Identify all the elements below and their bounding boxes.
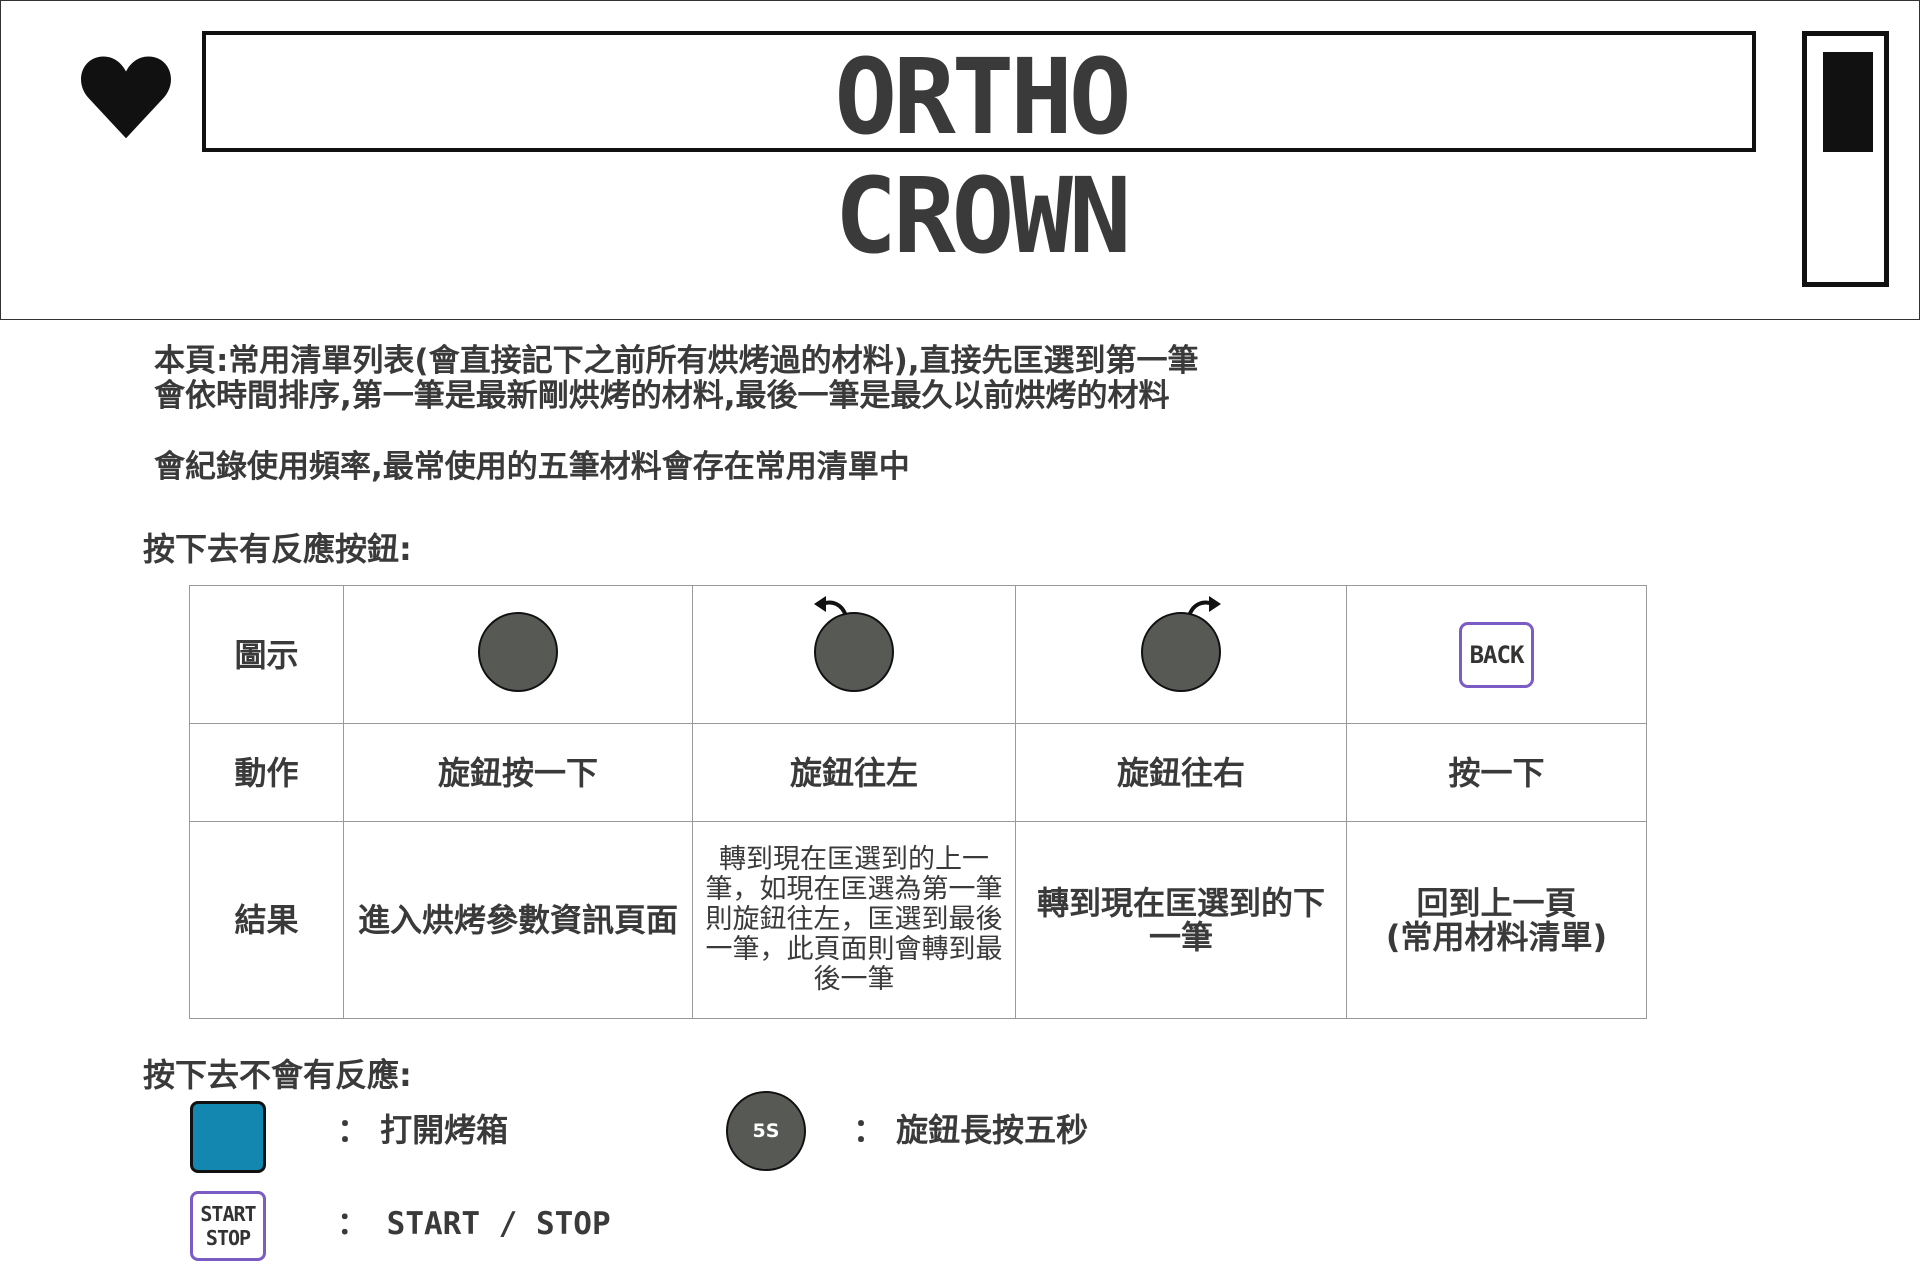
oven-button-label: ： 打開烤箱 — [337, 1111, 509, 1149]
scrollbar-thumb[interactable] — [1823, 52, 1873, 152]
table-row: 結果 進入烘烤參數資訊頁面 轉到現在匡選到的上一筆，如現在匡選為第一筆則旋鈕往左… — [189, 821, 1647, 1019]
table-cell — [1015, 585, 1347, 724]
result-line: (常用材料清單) — [1385, 918, 1608, 956]
scrollbar[interactable] — [1802, 31, 1889, 287]
device-screen: ORTHO CROWN — [0, 0, 1920, 320]
result-line: 回到上一頁 — [1416, 884, 1577, 922]
start-stop-label: ： START / STOP — [337, 1206, 611, 1242]
result-cell: 轉到現在匡選到的上一筆，如現在匡選為第一筆則旋鈕往左，匡選到最後一筆，此頁面則會… — [692, 821, 1016, 1019]
table-cell: BACK — [1346, 585, 1647, 724]
action-cell: 旋鈕往右 — [1015, 723, 1347, 822]
reactive-buttons-heading: 按下去有反應按鈕: — [143, 530, 412, 568]
knob-5s-icon: 5S — [726, 1091, 806, 1171]
result-cell: 回到上一頁 (常用材料清單) — [1346, 821, 1647, 1019]
table-cell — [343, 585, 693, 724]
knob-rotate-left-icon[interactable] — [814, 611, 894, 692]
table-row: 圖示 BACK — [189, 585, 1647, 724]
action-cell: 旋鈕按一下 — [343, 723, 693, 822]
action-cell: 按一下 — [1346, 723, 1647, 822]
selected-material-title: ORTHO — [834, 36, 1131, 158]
stop-label: STOP — [205, 1226, 251, 1250]
oven-button-icon — [190, 1101, 266, 1173]
non-reactive-buttons-heading: 按下去不會有反應: — [143, 1056, 412, 1094]
back-button[interactable]: BACK — [1459, 621, 1534, 688]
table-row: 動作 旋鈕按一下 旋鈕往左 旋鈕往右 按一下 — [189, 723, 1647, 822]
description-line: 會依時間排序,第一筆是最新剛烘烤的材料,最後一筆是最久以前烘烤的材料 — [154, 378, 1170, 414]
action-cell: 旋鈕往左 — [692, 723, 1016, 822]
knob-press-icon[interactable] — [478, 611, 558, 692]
start-stop-button-icon: START STOP — [190, 1191, 266, 1261]
description-line: 本頁:常用清單列表(會直接記下之前所有烘烤過的材料),直接先匡選到第一筆 — [154, 343, 1199, 379]
table-cell — [692, 585, 1016, 724]
knob-long-press-label: ： 旋鈕長按五秒 — [853, 1111, 1089, 1149]
row-label-action: 動作 — [189, 723, 344, 822]
row-label-icon: 圖示 — [189, 585, 344, 724]
result-cell: 進入烘烤參數資訊頁面 — [343, 821, 693, 1019]
description-line: 會紀錄使用頻率,最常使用的五筆材料會存在常用清單中 — [154, 449, 910, 485]
result-cell: 轉到現在匡選到的下一筆 — [1015, 821, 1347, 1019]
start-label: START — [200, 1202, 256, 1226]
next-material-title: CROWN — [834, 155, 1131, 277]
row-label-result: 結果 — [189, 821, 344, 1019]
knob-rotate-right-icon[interactable] — [1141, 611, 1221, 692]
reactive-buttons-table: 圖示 BACK 動作 旋鈕按一下 旋鈕往左 旋鈕往右 按一下 結果 進入烘烤參數… — [189, 585, 1647, 1019]
